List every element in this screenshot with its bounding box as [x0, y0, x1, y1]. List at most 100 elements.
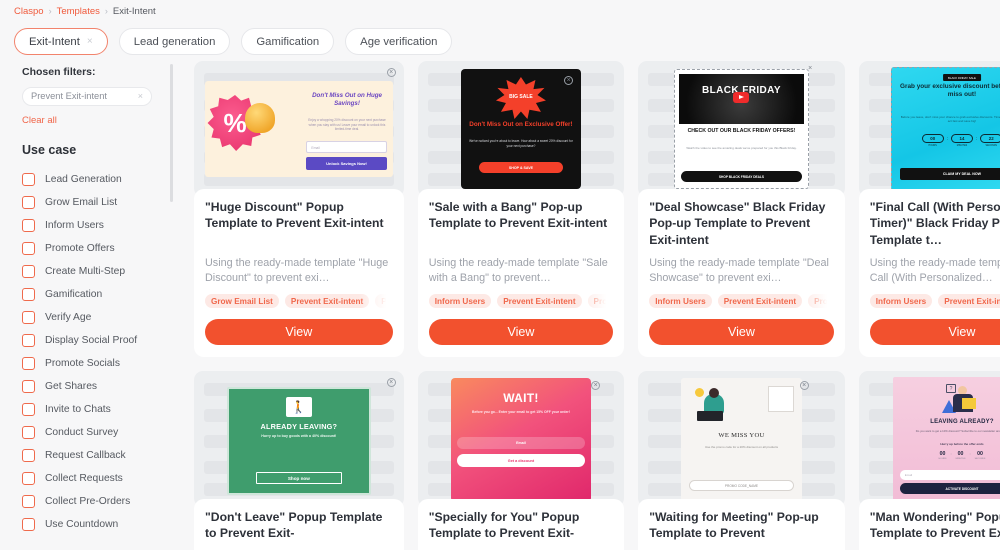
template-card[interactable]: × BLACK FRIDAY SALE Grab your exclusive …	[858, 61, 1000, 357]
popup-email-input[interactable]: Email	[306, 141, 387, 153]
tag[interactable]: Pro	[587, 294, 614, 308]
popup-close-icon[interactable]: ×	[799, 381, 809, 390]
checkbox-icon[interactable]	[22, 517, 35, 531]
tab-age-verification[interactable]: Age verification	[345, 28, 453, 55]
tag[interactable]: Pro	[808, 294, 834, 308]
sidebar-item-create-multi-step[interactable]: Create Multi-Step	[22, 260, 180, 283]
timer-separator: :	[946, 136, 948, 141]
template-card[interactable]: × BLACK FRIDAY CHECK OUT OUR BLACK FRIDA…	[638, 61, 845, 357]
checkbox-icon[interactable]	[22, 287, 35, 301]
sidebar-item-lead-generation[interactable]: Lead Generation	[22, 168, 180, 191]
template-card[interactable]: × 🚶 ALREADY LEAVING? Hurry up to buy goo…	[194, 371, 404, 550]
template-card[interactable]: × WAIT! Before you go... Enter your emai…	[417, 371, 625, 550]
popup-cta-button[interactable]: CLAIM MY DEAL NOW	[899, 168, 1000, 180]
tag[interactable]: Grow Email List	[205, 294, 279, 308]
popup-close-icon[interactable]: ×	[386, 68, 396, 77]
checkbox-icon[interactable]	[22, 379, 35, 393]
checkbox-icon[interactable]	[22, 494, 35, 508]
popup-email-input[interactable]: Email	[456, 437, 586, 449]
tag[interactable]: Inform Users	[649, 294, 712, 308]
checkbox-icon[interactable]	[22, 172, 35, 186]
sidebar-item-grow-email-list[interactable]: Grow Email List	[22, 191, 180, 214]
timer-cell: 00 HOURS	[921, 134, 944, 147]
breadcrumb-root[interactable]: Claspo	[14, 6, 44, 17]
sidebar-scrollbar-thumb[interactable]	[170, 64, 173, 202]
filter-label: Create Multi-Step	[45, 265, 126, 277]
template-card[interactable]: × BIG SALE Don't Miss Out on Exclusive O…	[417, 61, 625, 357]
popup-cta-button[interactable]: Get a discount	[456, 454, 586, 467]
sidebar-item-verify-age[interactable]: Verify Age	[22, 306, 180, 329]
popup-body: Before you go... Enter your email to get…	[472, 410, 570, 414]
tab-label: Exit-Intent	[29, 35, 80, 48]
popup-email-input[interactable]: Email	[899, 470, 1000, 480]
template-card[interactable]: ? LEAVING ALREADY? Do you want to get a …	[858, 371, 1000, 550]
tab-gamification[interactable]: Gamification	[241, 28, 335, 55]
checkbox-icon[interactable]	[22, 356, 35, 370]
checkbox-icon[interactable]	[22, 471, 35, 485]
checkbox-icon[interactable]	[22, 425, 35, 439]
template-title: "Specially for You" Popup Template to Pr…	[428, 510, 580, 541]
popup-cta-button[interactable]: SHOP BLACK FRIDAY DEALS	[681, 171, 802, 182]
popup-close-icon[interactable]: ×	[564, 76, 574, 85]
checkbox-icon[interactable]	[22, 402, 35, 416]
popup-heading: CHECK OUT OUR BLACK FRIDAY OFFERS!	[687, 128, 796, 134]
remove-filter-icon[interactable]: ×	[138, 91, 143, 101]
sidebar-item-collect-pre-orders[interactable]: Collect Pre-Orders	[22, 490, 180, 513]
sidebar-scrollbar[interactable]	[170, 64, 173, 534]
template-card[interactable]: × WE MISS YOU Use the promo code for a 2…	[638, 371, 845, 550]
popup-close-icon[interactable]: ×	[386, 378, 396, 387]
popup-cta-button[interactable]: Unlock Savings Now!	[306, 157, 387, 170]
popup-cta-button[interactable]: ACTIVATE DISCOUNT	[899, 483, 1000, 494]
sidebar-item-gamification[interactable]: Gamification	[22, 283, 180, 306]
checkbox-icon[interactable]	[22, 218, 35, 232]
close-icon[interactable]: ×	[87, 36, 93, 47]
checkbox-icon[interactable]	[22, 195, 35, 209]
sidebar-item-promote-socials[interactable]: Promote Socials	[22, 352, 180, 375]
timer-cell: 00 HOURS	[939, 451, 947, 460]
tag[interactable]: Inform Users	[869, 294, 933, 308]
chosen-filter-chip[interactable]: Prevent Exit-intent ×	[22, 86, 152, 106]
view-button[interactable]: View	[649, 319, 834, 345]
checkbox-icon[interactable]	[22, 264, 35, 278]
timer-cell: 22 SECONDS	[980, 134, 1000, 147]
checkbox-icon[interactable]	[22, 448, 35, 462]
play-icon[interactable]	[733, 92, 750, 103]
tag[interactable]: Prevent Exit-intent	[497, 294, 582, 308]
tab-exit-intent[interactable]: Exit-Intent ×	[14, 28, 108, 55]
popup-cta-button[interactable]: PROMO CODE_NAME	[689, 480, 794, 491]
template-card-body: "Man Wondering" Popup Template to Preven…	[858, 499, 1000, 550]
tag[interactable]: P	[375, 294, 393, 308]
sidebar-item-use-countdown[interactable]: Use Countdown	[22, 513, 180, 536]
popup-close-icon[interactable]: ×	[806, 65, 815, 74]
chosen-filters-title: Chosen filters:	[22, 66, 96, 78]
templates-scroll-area[interactable]: × % Don't Miss Out on Huge Savings! Enjo…	[180, 58, 1000, 550]
view-button[interactable]: View	[428, 319, 614, 345]
popup-heading: WE MISS YOU	[718, 432, 765, 439]
checkbox-icon[interactable]	[22, 310, 35, 324]
view-button[interactable]: View	[205, 319, 393, 345]
window-shape	[767, 386, 794, 412]
breadcrumb-separator-icon: ›	[48, 6, 52, 16]
view-button[interactable]: View	[869, 319, 1000, 345]
breadcrumb-section[interactable]: Templates	[57, 6, 100, 17]
sidebar-item-get-shares[interactable]: Get Shares	[22, 375, 180, 398]
sidebar-item-request-callback[interactable]: Request Callback	[22, 444, 180, 467]
sidebar-item-promote-offers[interactable]: Promote Offers	[22, 237, 180, 260]
sidebar-item-invite-to-chats[interactable]: Invite to Chats	[22, 398, 180, 421]
sidebar-item-conduct-survey[interactable]: Conduct Survey	[22, 421, 180, 444]
tag[interactable]: Prevent Exit-intent	[284, 294, 370, 308]
sidebar-item-collect-requests[interactable]: Collect Requests	[22, 467, 180, 490]
tag[interactable]: Prevent Exit-intent	[717, 294, 803, 308]
clear-all-button[interactable]: Clear all	[22, 115, 180, 126]
tab-lead-generation[interactable]: Lead generation	[118, 28, 231, 55]
popup-cta-button[interactable]: Shop now	[256, 472, 342, 484]
checkbox-icon[interactable]	[22, 333, 35, 347]
sidebar-item-inform-users[interactable]: Inform Users	[22, 214, 180, 237]
checkbox-icon[interactable]	[22, 241, 35, 255]
tag[interactable]: Inform Users	[428, 294, 492, 308]
template-card[interactable]: × % Don't Miss Out on Huge Savings! Enjo…	[194, 61, 404, 357]
timer-label: MINUTES	[956, 144, 968, 147]
tag[interactable]: Prevent Exit-intent	[938, 294, 1000, 308]
popup-cta-button[interactable]: SHOP & SAVE	[478, 162, 564, 173]
sidebar-item-display-social-proof[interactable]: Display Social Proof	[22, 329, 180, 352]
